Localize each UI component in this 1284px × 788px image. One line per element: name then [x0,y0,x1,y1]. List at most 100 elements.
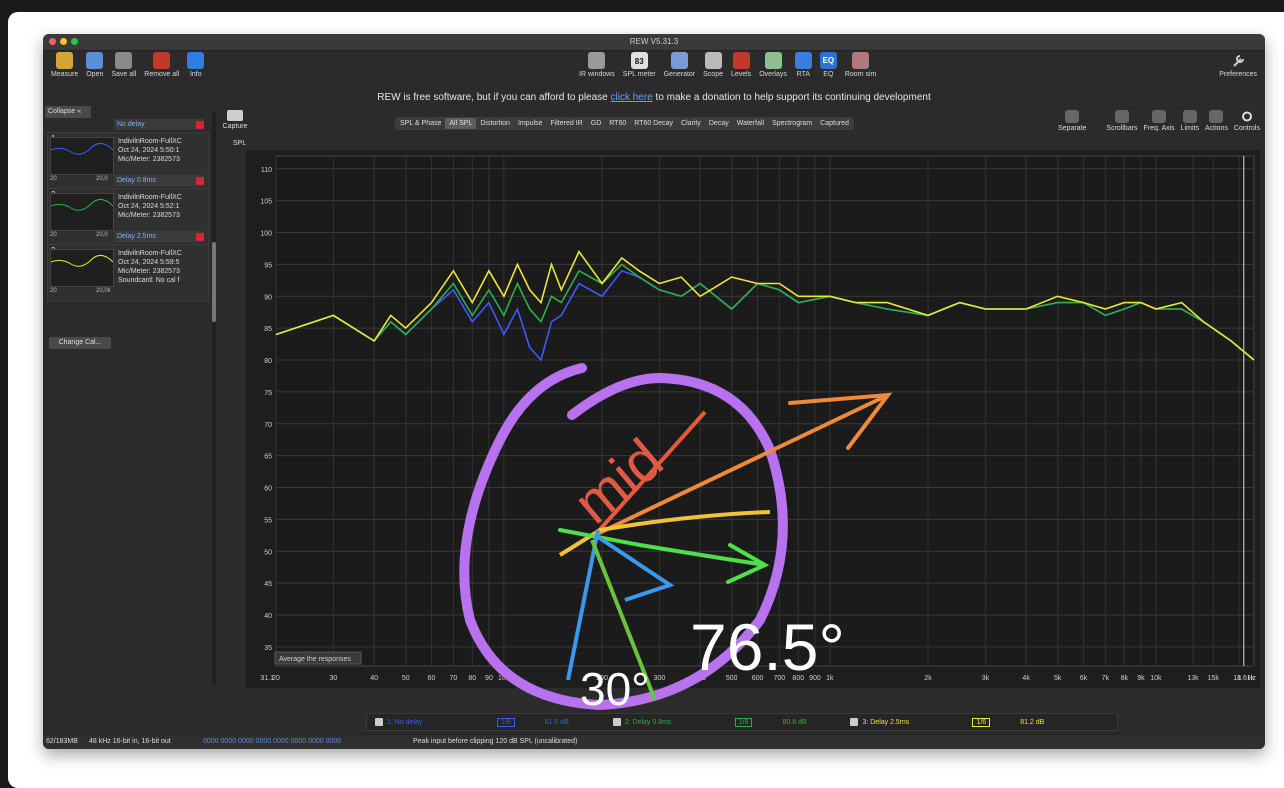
tab-filtered-ir[interactable]: Filtered IR [546,118,586,129]
measurement-title[interactable]: No delay [114,119,204,130]
capture-button[interactable]: Capture [217,110,253,130]
measurement-panel[interactable]: Delay 2.5ms32020,0kIndivilnRoom-FullXCOc… [47,231,209,302]
tab-waterfall[interactable]: Waterfall [733,118,768,129]
info-button[interactable]: Info [183,52,208,88]
remove-measurement-icon[interactable] [196,121,204,129]
x-tick-label: 500 [726,675,738,682]
legend-smoothing[interactable]: 1/6 [972,717,991,727]
series-checkbox[interactable] [612,718,621,726]
y-tick-label: 45 [264,581,272,588]
levels-button[interactable]: Levels [727,52,755,88]
separate-button[interactable]: Separate [1055,110,1089,132]
spl-meter-button[interactable]: 83 SPL meter [619,52,660,88]
x-tick-label: 15k [1208,675,1220,682]
toolbar-right: Preferences [1215,52,1261,88]
measurement-name: IndivilnRoom-FullXC [118,194,182,201]
y-tick-label: 75 [264,390,272,397]
x-tick-label: 4k [1022,675,1030,682]
legend-smoothing[interactable]: 1/6 [734,717,753,727]
controls-icon [1240,110,1254,123]
x-tick-label: 70 [449,675,457,682]
remove-all-button[interactable]: Remove all [140,52,183,88]
peak-status: Peak input before clipping 120 dB SPL (u… [413,738,578,745]
wrench-icon [1230,52,1247,69]
y-tick-label: 110 [261,167,272,174]
tab-clarity[interactable]: Clarity [677,118,705,129]
series-checkbox[interactable] [850,718,859,726]
x-tick-label: 9k [1137,675,1145,682]
remove-measurement-icon[interactable] [196,233,204,241]
tab-impulse[interactable]: Impulse [514,118,547,129]
eq-button[interactable]: EQ EQ [816,52,841,88]
measurement-date: Oct 24, 2024 5:50:1 [118,147,180,154]
tab-rt60-decay[interactable]: RT60 Decay [630,118,677,129]
spl-graph[interactable]: 110 105 100 95 90 85 80 75 70 65 60 55 50 45 40 35 20 30 4… [246,150,1260,688]
y-tick-label: 90 [264,294,272,301]
generator-button[interactable]: Generator [660,52,700,88]
mini-graph-right-label: 20,0 [96,176,108,182]
scope-button[interactable]: Scope [699,52,727,88]
x-tick-label: 100 [498,675,510,682]
mini-graph-left-label: 20 [50,232,57,238]
separate-label: Separate [1058,125,1087,132]
remove-all-icon [153,52,171,69]
measurement-title[interactable]: Delay 2.5ms [114,231,204,242]
measurement-title[interactable]: Delay 0.8ms [114,175,204,186]
y-tick-label: 95 [264,262,272,269]
generator-icon [670,52,688,69]
tab-gd[interactable]: GD [587,118,606,129]
tab-captured[interactable]: Captured [816,118,853,129]
y-tick-label: 100 [260,231,272,238]
tab-distortion[interactable]: Distortion [476,118,514,129]
legend-level: 80.8 dB [782,718,807,726]
change-cal-button[interactable]: Change Cal... [49,337,111,349]
y-tick-label: 70 [264,422,272,429]
camera-icon [227,110,243,121]
freq-axis-button[interactable]: Freq. Axis [1141,110,1178,132]
tab-spectrogram[interactable]: Spectrogram [768,118,816,129]
overlays-button[interactable]: Overlays [755,52,791,88]
measurement-info: IndivilnRoom-FullXC Oct 24, 2024 5:52:1 Mi… [118,193,182,220]
legend-smoothing[interactable]: 1/6 [497,717,515,727]
room-sim-label: Room sim [844,71,877,78]
measurement-info: IndivilnRoom-FullXC Oct 24, 2024 5:59:5 Mi… [118,249,182,285]
tab-decay[interactable]: Decay [705,118,733,129]
x-tick-label: 3k [982,675,990,682]
tab-rt60[interactable]: RT60 [605,118,630,129]
collapse-button[interactable]: Collapse « [45,106,91,118]
memory-status: 62/183MB [46,738,78,745]
toolbar-left: Measure Open Save all Remove all Info [47,52,208,88]
measure-button[interactable]: Measure [47,52,82,88]
controls-button[interactable]: Controls [1231,110,1263,132]
legend-series-name: 2: Delay 0.8ms [624,718,672,726]
x-tick-label: 400 [694,675,706,682]
x-tick-label: 1k [826,675,834,682]
open-button[interactable]: Open [82,52,107,88]
x-start-label: 31.1 [260,675,274,682]
measure-icon [56,52,74,69]
actions-button[interactable]: Actions [1202,110,1231,132]
x-tick-label: 700 [774,675,786,682]
save-all-button[interactable]: Save all [107,52,140,88]
freq-axis-label: Freq. Axis [1143,125,1175,132]
rta-button[interactable]: RTA [791,52,816,88]
save-all-icon [115,52,133,69]
tab-spl-phase[interactable]: SPL & Phase [396,118,445,129]
mini-graph-right-label: 20,0 [96,232,108,238]
collapse-label: Collapse [48,108,76,115]
measurement-date: Oct 24, 2024 5:52:1 [118,203,180,210]
donation-banner: REW is free software, but if you can aff… [43,92,1265,103]
donation-link[interactable]: click here [611,92,653,103]
panel-scrollbar[interactable] [212,112,216,684]
scrollbars-button[interactable]: Scrollbars [1103,110,1140,132]
info-icon [187,52,205,69]
room-sim-button[interactable]: Room sim [841,52,881,88]
x-tick-label: 200 [596,675,608,682]
remove-measurement-icon[interactable] [196,177,204,185]
preferences-button[interactable]: Preferences [1215,52,1261,88]
tab-all-spl[interactable]: All SPL [445,118,477,129]
graph-legend: 1: No delay 1/6 81.0 dB 2: Delay 0.8ms 1/6 80… [366,713,1118,731]
limits-button[interactable]: Limits [1178,110,1202,132]
ir-windows-button[interactable]: IR windows [575,52,619,88]
series-checkbox[interactable] [375,718,383,726]
